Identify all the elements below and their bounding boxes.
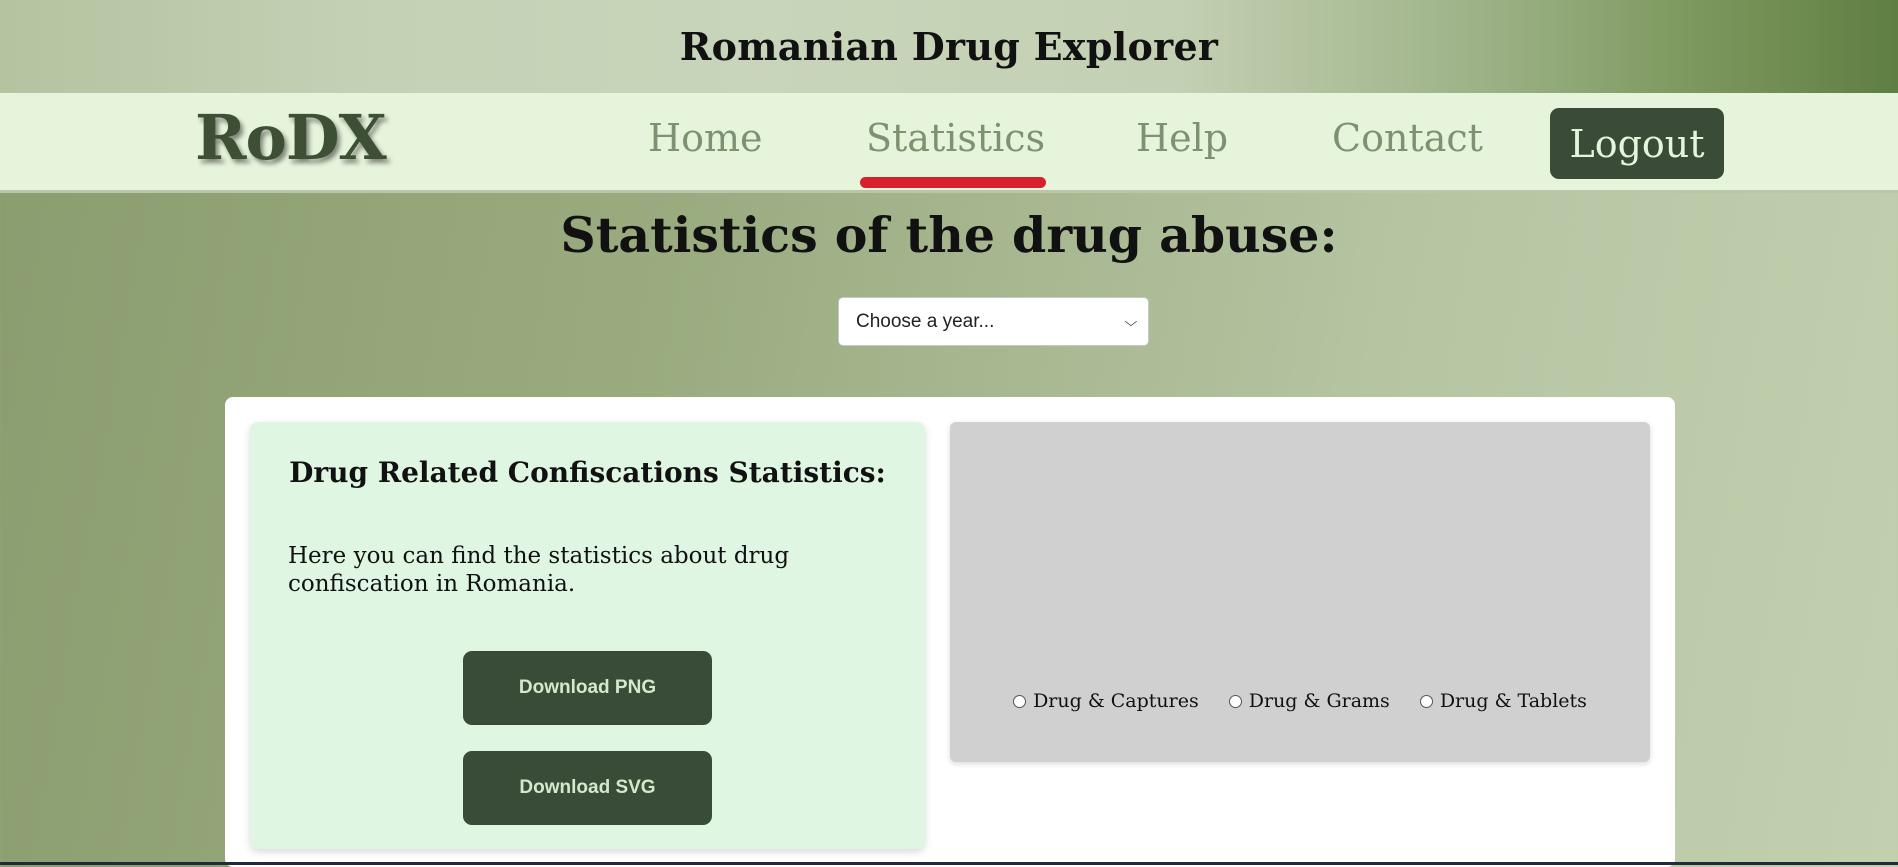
radio-label: Drug & Tablets	[1439, 690, 1587, 712]
year-select[interactable]: Choose a year... ⌵	[838, 297, 1149, 346]
info-card: Drug Related Confiscations Statistics: H…	[250, 422, 925, 849]
nav-link-statistics[interactable]: Statistics	[866, 119, 1045, 157]
logout-button[interactable]: Logout	[1550, 108, 1724, 179]
active-nav-indicator	[860, 177, 1046, 188]
radio-drug-captures[interactable]: Drug & Captures	[1013, 690, 1199, 712]
radio-button[interactable]	[1013, 694, 1027, 708]
nav-link-help[interactable]: Help	[1136, 119, 1228, 157]
radio-label: Drug & Captures	[1033, 690, 1199, 712]
year-select-value: Choose a year...	[856, 310, 995, 332]
page-heading: Statistics of the drug abuse:	[560, 206, 1338, 264]
chevron-down-icon: ⌵	[1124, 313, 1138, 329]
radio-drug-grams[interactable]: Drug & Grams	[1228, 690, 1390, 712]
nav-link-home[interactable]: Home	[648, 119, 763, 157]
card-title: Drug Related Confiscations Statistics:	[289, 456, 886, 489]
navbar: RoDX Home Statistics Help Contact Logout	[0, 93, 1898, 193]
statistics-panel: Drug Related Confiscations Statistics: H…	[225, 397, 1675, 867]
nav-link-contact[interactable]: Contact	[1332, 119, 1483, 157]
radio-button[interactable]	[1419, 694, 1433, 708]
chart-type-radio-group: Drug & Captures Drug & Grams Drug & Tabl…	[950, 690, 1650, 712]
radio-button[interactable]	[1228, 694, 1242, 708]
download-svg-button[interactable]: Download SVG	[463, 751, 712, 825]
chart-area: Drug & Captures Drug & Grams Drug & Tabl…	[950, 422, 1650, 762]
radio-label: Drug & Grams	[1248, 690, 1390, 712]
radio-drug-tablets[interactable]: Drug & Tablets	[1419, 690, 1587, 712]
site-header: Romanian Drug Explorer	[0, 0, 1898, 93]
card-description: Here you can find the statistics about d…	[288, 543, 790, 597]
site-title: Romanian Drug Explorer	[679, 24, 1219, 69]
site-logo[interactable]: RoDX	[195, 107, 387, 169]
download-png-button[interactable]: Download PNG	[463, 651, 712, 725]
